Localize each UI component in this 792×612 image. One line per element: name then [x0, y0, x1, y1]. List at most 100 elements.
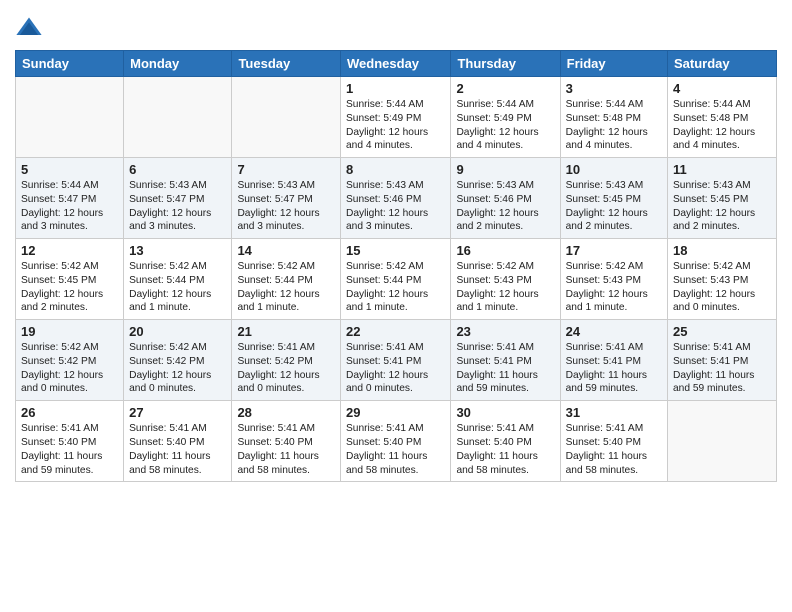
day-number: 10 — [566, 162, 662, 177]
cell-content: Sunrise: 5:42 AM Sunset: 5:44 PM Dayligh… — [237, 260, 335, 315]
day-number: 28 — [237, 405, 335, 420]
cell-content: Sunrise: 5:43 AM Sunset: 5:47 PM Dayligh… — [237, 179, 335, 234]
day-number: 29 — [346, 405, 445, 420]
day-number: 31 — [566, 405, 662, 420]
day-number: 6 — [129, 162, 226, 177]
day-number: 17 — [566, 243, 662, 258]
cell-content: Sunrise: 5:41 AM Sunset: 5:40 PM Dayligh… — [566, 422, 662, 477]
cell-content: Sunrise: 5:41 AM Sunset: 5:40 PM Dayligh… — [456, 422, 554, 477]
calendar-cell — [16, 77, 124, 158]
day-number: 15 — [346, 243, 445, 258]
calendar-cell: 20 Sunrise: 5:42 AM Sunset: 5:42 PM Dayli… — [124, 320, 232, 401]
cell-content: Sunrise: 5:43 AM Sunset: 5:46 PM Dayligh… — [456, 179, 554, 234]
calendar-cell: 27 Sunrise: 5:41 AM Sunset: 5:40 PM Dayli… — [124, 401, 232, 482]
cell-content: Sunrise: 5:42 AM Sunset: 5:44 PM Dayligh… — [346, 260, 445, 315]
cell-content: Sunrise: 5:43 AM Sunset: 5:45 PM Dayligh… — [566, 179, 662, 234]
calendar-cell: 31 Sunrise: 5:41 AM Sunset: 5:40 PM Dayli… — [560, 401, 667, 482]
cell-content: Sunrise: 5:43 AM Sunset: 5:47 PM Dayligh… — [129, 179, 226, 234]
calendar-week-row: 12 Sunrise: 5:42 AM Sunset: 5:45 PM Dayli… — [16, 239, 777, 320]
calendar-cell: 10 Sunrise: 5:43 AM Sunset: 5:45 PM Dayli… — [560, 158, 667, 239]
day-number: 30 — [456, 405, 554, 420]
calendar-cell: 21Sunrise: 5:41 AM Sunset: 5:42 PM Dayli… — [232, 320, 341, 401]
cell-content: Sunrise: 5:42 AM Sunset: 5:43 PM Dayligh… — [456, 260, 554, 315]
calendar-cell — [668, 401, 777, 482]
cell-content: Sunrise: 5:41 AM Sunset: 5:41 PM Dayligh… — [566, 341, 662, 396]
cell-content: Sunrise: 5:42 AM Sunset: 5:43 PM Dayligh… — [566, 260, 662, 315]
cell-content: Sunrise: 5:44 AM Sunset: 5:49 PM Dayligh… — [346, 98, 445, 153]
calendar-cell: 24 Sunrise: 5:41 AM Sunset: 5:41 PM Dayli… — [560, 320, 667, 401]
weekday-header-monday: Monday — [124, 51, 232, 77]
day-number: 22 — [346, 324, 445, 339]
calendar-week-row: 1 Sunrise: 5:44 AM Sunset: 5:49 PM Daylig… — [16, 77, 777, 158]
day-number: 27 — [129, 405, 226, 420]
day-number: 1 — [346, 81, 445, 96]
cell-content: Sunrise: 5:41 AM Sunset: 5:40 PM Dayligh… — [129, 422, 226, 477]
cell-content: Sunrise: 5:42 AM Sunset: 5:42 PM Dayligh… — [129, 341, 226, 396]
day-number: 26 — [21, 405, 118, 420]
calendar-cell: 8 Sunrise: 5:43 AM Sunset: 5:46 PM Daylig… — [341, 158, 451, 239]
day-number: 8 — [346, 162, 445, 177]
day-number: 7 — [237, 162, 335, 177]
calendar-week-row: 26 Sunrise: 5:41 AM Sunset: 5:40 PM Dayli… — [16, 401, 777, 482]
logo-icon — [15, 14, 43, 42]
weekday-header-wednesday: Wednesday — [341, 51, 451, 77]
day-number: 13 — [129, 243, 226, 258]
cell-content: Sunrise: 5:41 AM Sunset: 5:41 PM Dayligh… — [456, 341, 554, 396]
day-number: 12 — [21, 243, 118, 258]
calendar-cell: 22 Sunrise: 5:41 AM Sunset: 5:41 PM Dayli… — [341, 320, 451, 401]
cell-content: Sunrise: 5:44 AM Sunset: 5:47 PM Dayligh… — [21, 179, 118, 234]
cell-content: Sunrise: 5:41 AM Sunset: 5:41 PM Dayligh… — [346, 341, 445, 396]
calendar-cell: 5 Sunrise: 5:44 AM Sunset: 5:47 PM Daylig… — [16, 158, 124, 239]
day-number: 25 — [673, 324, 771, 339]
weekday-header-thursday: Thursday — [451, 51, 560, 77]
calendar-cell: 7 Sunrise: 5:43 AM Sunset: 5:47 PM Daylig… — [232, 158, 341, 239]
calendar-cell: 30 Sunrise: 5:41 AM Sunset: 5:40 PM Dayli… — [451, 401, 560, 482]
calendar-cell: 15 Sunrise: 5:42 AM Sunset: 5:44 PM Dayli… — [341, 239, 451, 320]
header — [15, 10, 777, 42]
day-number: 23 — [456, 324, 554, 339]
day-number: 19 — [21, 324, 118, 339]
day-number: 3 — [566, 81, 662, 96]
calendar-cell: 4Sunrise: 5:44 AM Sunset: 5:48 PM Daylig… — [668, 77, 777, 158]
calendar-cell: 13 Sunrise: 5:42 AM Sunset: 5:44 PM Dayli… — [124, 239, 232, 320]
cell-content: Sunrise: 5:41 AM Sunset: 5:40 PM Dayligh… — [237, 422, 335, 477]
cell-content: Sunrise: 5:42 AM Sunset: 5:44 PM Dayligh… — [129, 260, 226, 315]
calendar-cell: 14 Sunrise: 5:42 AM Sunset: 5:44 PM Dayli… — [232, 239, 341, 320]
cell-content: Sunrise: 5:41 AM Sunset: 5:40 PM Dayligh… — [21, 422, 118, 477]
day-number: 14 — [237, 243, 335, 258]
calendar-cell — [232, 77, 341, 158]
calendar-cell: 1 Sunrise: 5:44 AM Sunset: 5:49 PM Daylig… — [341, 77, 451, 158]
cell-content: Sunrise: 5:42 AM Sunset: 5:42 PM Dayligh… — [21, 341, 118, 396]
calendar-week-row: 19 Sunrise: 5:42 AM Sunset: 5:42 PM Dayli… — [16, 320, 777, 401]
cell-content: Sunrise: 5:43 AM Sunset: 5:46 PM Dayligh… — [346, 179, 445, 234]
cell-content: Sunrise: 5:42 AM Sunset: 5:45 PM Dayligh… — [21, 260, 118, 315]
day-number: 11 — [673, 162, 771, 177]
calendar-header-row: SundayMondayTuesdayWednesdayThursdayFrid… — [16, 51, 777, 77]
cell-content: Sunrise: 5:43 AM Sunset: 5:45 PM Dayligh… — [673, 179, 771, 234]
day-number: 24 — [566, 324, 662, 339]
day-number: 16 — [456, 243, 554, 258]
calendar-cell: 29 Sunrise: 5:41 AM Sunset: 5:40 PM Dayli… — [341, 401, 451, 482]
calendar-cell: 12 Sunrise: 5:42 AM Sunset: 5:45 PM Dayli… — [16, 239, 124, 320]
day-number: 2 — [456, 81, 554, 96]
cell-content: Sunrise: 5:44 AM Sunset: 5:48 PM Dayligh… — [566, 98, 662, 153]
cell-content: Sunrise: 5:41 AM Sunset: 5:41 PM Dayligh… — [673, 341, 771, 396]
cell-content: Sunrise: 5:41 AM Sunset: 5:42 PM Dayligh… — [237, 341, 335, 396]
calendar-week-row: 5 Sunrise: 5:44 AM Sunset: 5:47 PM Daylig… — [16, 158, 777, 239]
cell-content: Sunrise: 5:44 AM Sunset: 5:49 PM Dayligh… — [456, 98, 554, 153]
cell-content: Sunrise: 5:42 AM Sunset: 5:43 PM Dayligh… — [673, 260, 771, 315]
cell-content: Sunrise: 5:41 AM Sunset: 5:40 PM Dayligh… — [346, 422, 445, 477]
calendar-table: SundayMondayTuesdayWednesdayThursdayFrid… — [15, 50, 777, 482]
calendar-cell: 19 Sunrise: 5:42 AM Sunset: 5:42 PM Dayli… — [16, 320, 124, 401]
day-number: 4 — [673, 81, 771, 96]
logo — [15, 14, 45, 42]
day-number: 18 — [673, 243, 771, 258]
weekday-header-tuesday: Tuesday — [232, 51, 341, 77]
day-number: 20 — [129, 324, 226, 339]
weekday-header-saturday: Saturday — [668, 51, 777, 77]
calendar-cell: 17 Sunrise: 5:42 AM Sunset: 5:43 PM Dayli… — [560, 239, 667, 320]
day-number: 5 — [21, 162, 118, 177]
day-number: 9 — [456, 162, 554, 177]
calendar-cell: 2 Sunrise: 5:44 AM Sunset: 5:49 PM Daylig… — [451, 77, 560, 158]
calendar-cell: 16 Sunrise: 5:42 AM Sunset: 5:43 PM Dayli… — [451, 239, 560, 320]
